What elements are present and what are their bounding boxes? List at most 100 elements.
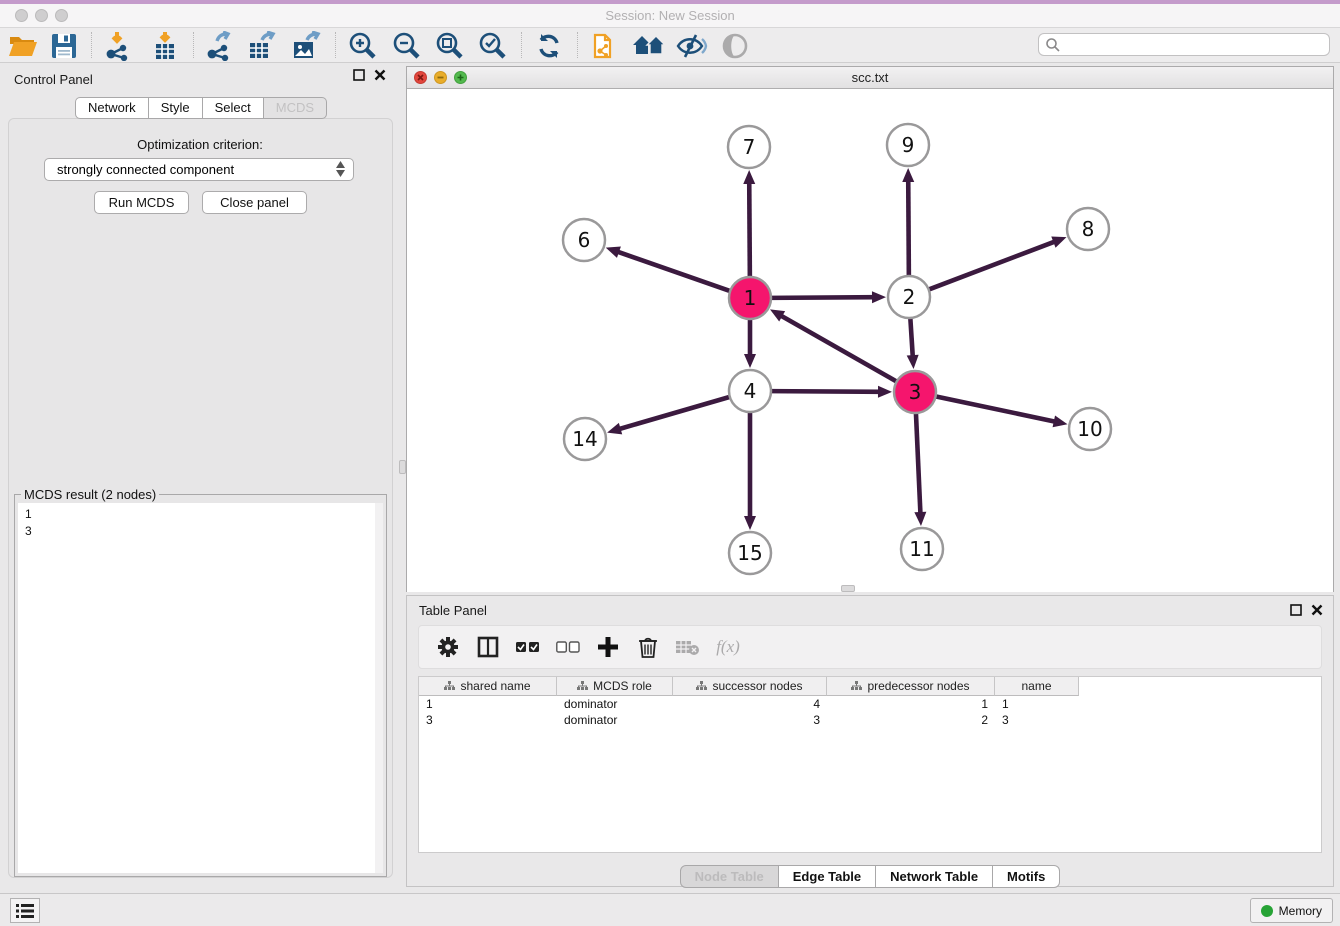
open-session-icon[interactable] [6,30,40,61]
tab-network[interactable]: Network [75,97,149,119]
table-cell[interactable]: 3 [419,712,557,728]
close-table-panel-icon[interactable] [1311,604,1323,616]
hide-panel-eye-icon[interactable] [675,30,709,61]
graph-edge-4-3[interactable] [771,391,881,392]
zoom-out-icon[interactable] [389,30,423,61]
status-bar: Memory [0,893,1340,926]
show-panel-eye-icon[interactable] [719,30,753,61]
vertical-splitter-grip[interactable] [399,460,406,474]
tab-node-table[interactable]: Node Table [680,865,779,888]
export-image-icon[interactable] [289,30,323,61]
column-header-predecessor-nodes[interactable]: predecessor nodes [827,677,995,696]
network-minimize-button[interactable] [434,71,447,84]
app-titlebar: Session: New Session [0,4,1340,28]
dropdown-stepper-icon [336,161,345,177]
network-close-button[interactable] [414,71,427,84]
delete-column-trash-icon[interactable] [635,634,661,660]
save-session-icon[interactable] [47,30,81,61]
table-settings-gear-icon[interactable] [435,634,461,660]
table-tabs: Node Table Edge Table Network Table Moti… [407,865,1333,888]
close-panel-icon[interactable] [374,69,386,81]
graph-edge-1-6[interactable] [616,251,730,291]
table-panel: Table Panel f(x) shar [406,595,1334,887]
table-toolbar: f(x) [418,625,1322,669]
graph-arrowhead-4-14 [607,423,622,435]
hierarchy-icon [577,681,588,691]
table-cell[interactable]: 1 [995,696,1079,712]
table-columns-icon[interactable] [475,634,501,660]
table-cell[interactable]: 3 [995,712,1079,728]
table-cell[interactable]: 1 [827,696,995,712]
graph-arrowhead-2-3 [907,355,919,369]
add-column-plus-icon[interactable] [595,634,621,660]
graph-edge-1-2[interactable] [771,297,875,298]
run-mcds-button[interactable]: Run MCDS [94,191,189,214]
network-window-titlebar[interactable]: scc.txt [407,67,1333,89]
graph-edge-3-1[interactable] [780,315,897,382]
clone-network-icon[interactable] [588,30,622,61]
graph-node-label-3: 3 [909,380,922,404]
graph-arrowhead-3-11 [914,512,926,526]
import-network-icon[interactable] [101,30,135,61]
float-panel-icon[interactable] [353,69,365,81]
select-all-checkboxes-icon[interactable] [515,634,541,660]
table-cell[interactable]: dominator [557,712,673,728]
network-zoom-button[interactable] [454,71,467,84]
float-table-panel-icon[interactable] [1290,604,1302,616]
toolbar-separator [91,32,92,58]
table-cell[interactable]: dominator [557,696,673,712]
export-network-icon[interactable] [202,30,236,61]
table-cell[interactable]: 3 [673,712,827,728]
table-row[interactable]: 1dominator411 [419,696,1321,712]
network-canvas[interactable]: 1234678910111415 [407,89,1333,592]
tab-select[interactable]: Select [203,97,264,119]
tab-style[interactable]: Style [149,97,203,119]
search-box[interactable] [1038,33,1330,56]
memory-button[interactable]: Memory [1250,898,1333,923]
column-header-successor-nodes[interactable]: successor nodes [673,677,827,696]
zoom-selected-icon[interactable] [475,30,509,61]
horizontal-splitter-grip[interactable] [841,585,855,592]
graph-edge-1-7[interactable] [749,181,750,277]
export-table-icon[interactable] [245,30,279,61]
tab-motifs[interactable]: Motifs [993,865,1060,888]
optimization-criterion-label: Optimization criterion: [0,137,400,152]
graph-arrowhead-2-8 [1051,237,1066,248]
table-row[interactable]: 3dominator323 [419,712,1321,728]
function-builder-icon[interactable]: f(x) [715,634,741,660]
graph-edge-2-9[interactable] [908,179,909,276]
graph-edge-4-14[interactable] [618,397,730,430]
task-history-button[interactable] [10,898,40,923]
graph-edge-2-8[interactable] [929,241,1057,289]
result-scrollbar[interactable] [375,503,383,873]
control-panel-header: Control Panel [0,63,400,91]
tab-mcds[interactable]: MCDS [264,97,327,119]
import-table-icon[interactable] [148,30,182,61]
search-input[interactable] [1061,36,1329,54]
toolbar-separator [577,32,578,58]
clear-all-checkboxes-icon[interactable] [555,634,581,660]
close-window-button[interactable] [15,9,28,22]
tab-edge-table[interactable]: Edge Table [779,865,876,888]
graph-edge-3-10[interactable] [936,396,1057,422]
zoom-fit-icon[interactable] [432,30,466,61]
zoom-in-icon[interactable] [345,30,379,61]
close-panel-button[interactable]: Close panel [202,191,307,214]
table-cell[interactable]: 1 [419,696,557,712]
refresh-icon[interactable] [532,30,566,61]
home-icon[interactable] [632,30,666,61]
criterion-dropdown[interactable]: strongly connected component [44,158,354,181]
delete-table-icon[interactable] [675,634,701,660]
network-graph[interactable]: 1234678910111415 [407,89,1333,592]
graph-edge-2-3[interactable] [910,318,913,358]
column-header-name[interactable]: name [995,677,1079,696]
column-header-shared-name[interactable]: shared name [419,677,557,696]
graph-edge-3-11[interactable] [916,413,921,515]
minimize-window-button[interactable] [35,9,48,22]
mcds-result-textarea[interactable]: 1 3 [18,503,383,873]
table-cell[interactable]: 2 [827,712,995,728]
column-header-mcds-role[interactable]: MCDS role [557,677,673,696]
tab-network-table[interactable]: Network Table [876,865,993,888]
table-cell[interactable]: 4 [673,696,827,712]
zoom-window-button[interactable] [55,9,68,22]
